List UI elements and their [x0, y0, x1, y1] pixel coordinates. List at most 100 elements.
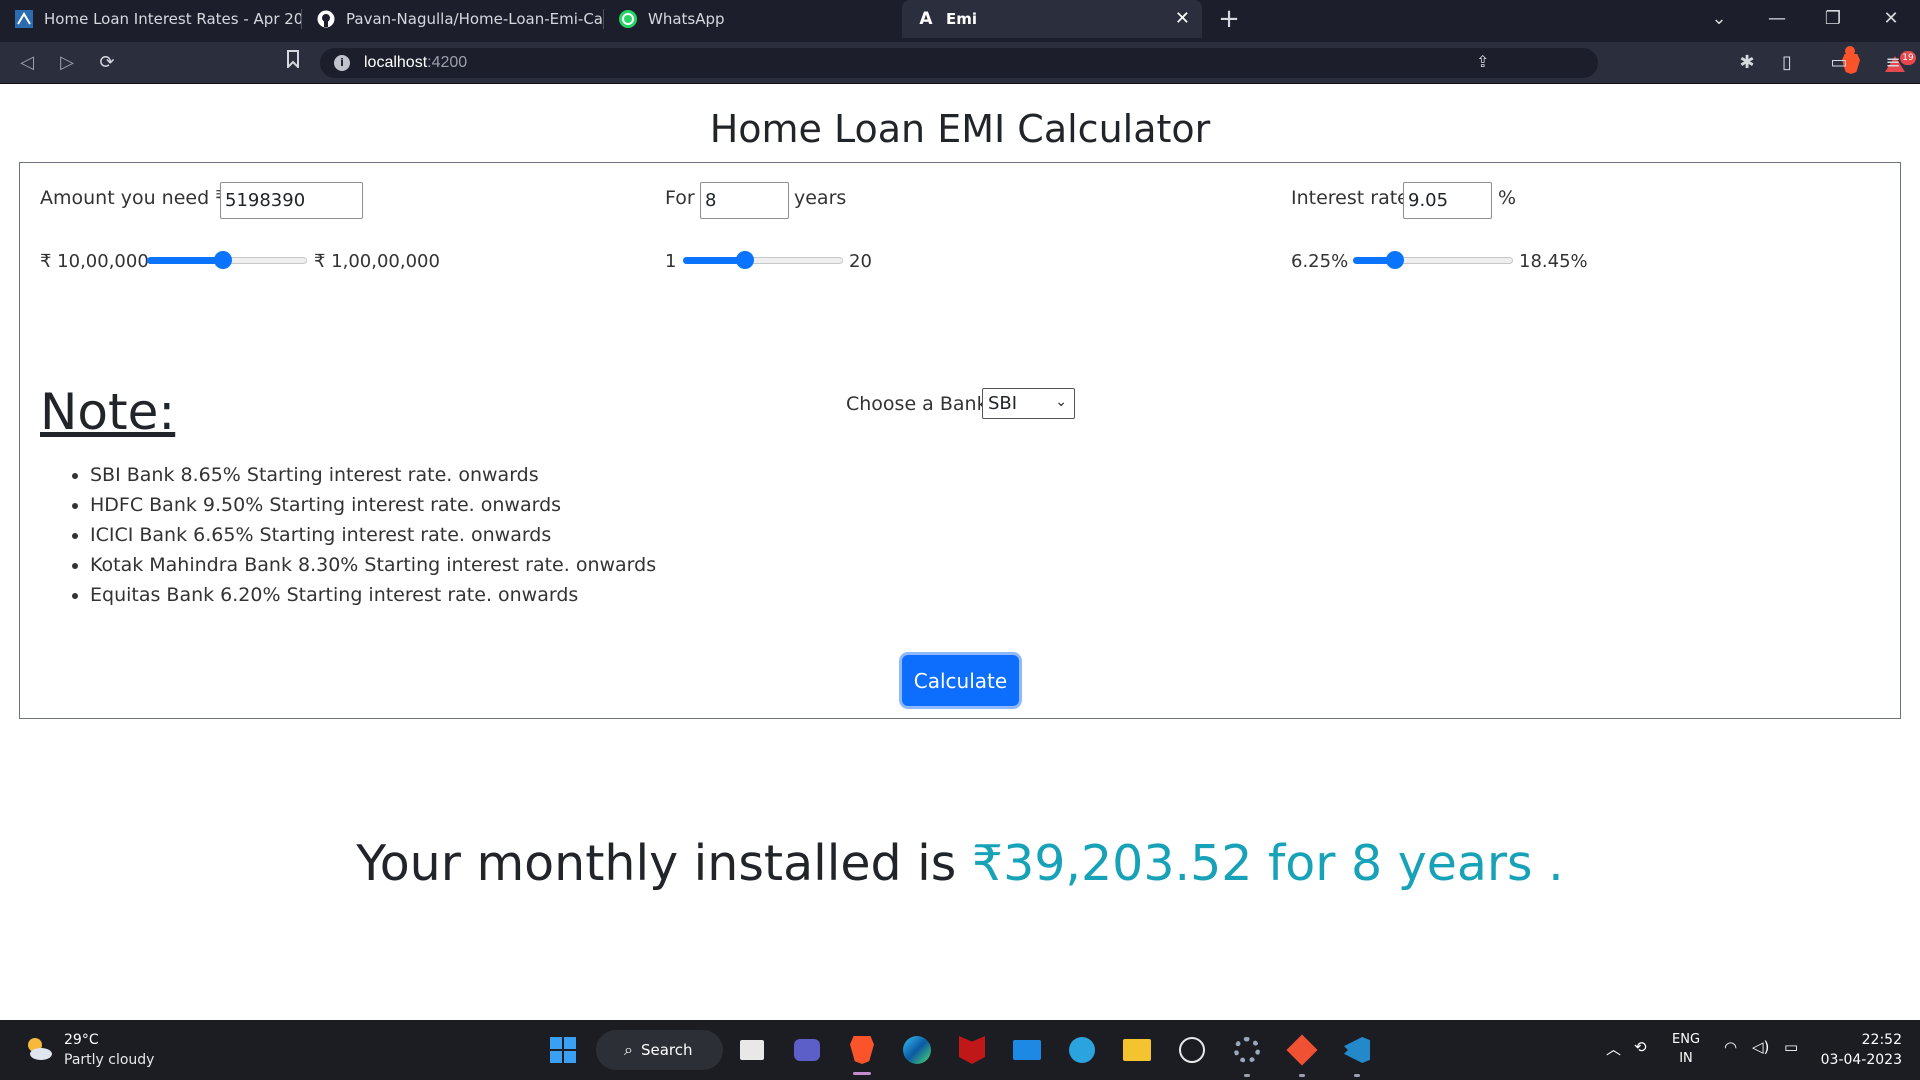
- tenure-slider-thumb[interactable]: [736, 251, 754, 269]
- interest-slider[interactable]: [1353, 249, 1513, 271]
- wallet-notification-dot: [1845, 46, 1855, 56]
- tenure-slider[interactable]: [683, 249, 843, 271]
- whatsapp-icon: [618, 9, 638, 29]
- result-highlight: ₹39,203.52 for 8 years .: [971, 835, 1564, 892]
- note-item-icici: ICICI Bank 6.65% Starting interest rate.…: [90, 520, 656, 550]
- wifi-icon[interactable]: ◠: [1724, 1038, 1737, 1056]
- menu-icon[interactable]: ≡: [1880, 50, 1906, 76]
- language-indicator[interactable]: ENG IN: [1672, 1030, 1700, 1068]
- teams-chat-icon[interactable]: [792, 1035, 822, 1065]
- restore-icon[interactable]: ❐: [1818, 6, 1848, 32]
- extensions-icon[interactable]: ✱: [1734, 50, 1760, 76]
- interest-percent-sign: %: [1498, 187, 1517, 209]
- telegram-icon[interactable]: [1067, 1035, 1097, 1065]
- page-title: Home Loan EMI Calculator: [709, 107, 1211, 151]
- github-icon: [316, 9, 336, 29]
- close-window-icon[interactable]: ✕: [1876, 6, 1906, 32]
- address-bar[interactable]: i localhost:4200 ⇪ 19: [320, 48, 1916, 78]
- amount-slider[interactable]: [147, 249, 307, 271]
- interest-slider-thumb[interactable]: [1386, 251, 1404, 269]
- result-prefix: Your monthly installed is: [356, 835, 957, 892]
- calculator-card: Amount you need ₹ ₹ 10,00,000 ₹ 1,00,00,…: [19, 162, 1901, 719]
- system-clock[interactable]: 22:52 03-04-2023: [1821, 1030, 1902, 1070]
- minimize-icon[interactable]: —: [1762, 6, 1792, 32]
- taskbar-search[interactable]: ⌕ Search: [596, 1030, 723, 1070]
- interest-max-label: 18.45%: [1519, 251, 1588, 272]
- git-icon[interactable]: [1286, 1034, 1318, 1066]
- page-content: Home Loan EMI Calculator Amount you need…: [0, 85, 1920, 1020]
- site-info-icon[interactable]: i: [334, 55, 350, 71]
- bank-label: Choose a Bank:: [846, 393, 994, 415]
- open-app-indicator: [1244, 1074, 1250, 1077]
- chevron-down-icon: ⌄: [1055, 394, 1067, 410]
- result-text: Your monthly installed is ₹39,203.52 for…: [0, 835, 1920, 892]
- note-item-sbi: SBI Bank 8.65% Starting interest rate. o…: [90, 460, 656, 490]
- settings-gear-icon[interactable]: [1232, 1035, 1262, 1065]
- reload-icon[interactable]: ⟳: [94, 50, 120, 76]
- note-list: SBI Bank 8.65% Starting interest rate. o…: [90, 460, 656, 610]
- windows-start-icon[interactable]: [548, 1035, 578, 1065]
- tenure-min-label: 1: [665, 251, 677, 272]
- region-code: IN: [1679, 1051, 1693, 1066]
- task-view-icon[interactable]: [737, 1035, 767, 1065]
- language-code: ENG: [1672, 1032, 1701, 1047]
- bookmark-icon[interactable]: [280, 50, 306, 76]
- tab-github[interactable]: Pavan-Nagulla/Home-Loan-Emi-Calcu: [302, 0, 604, 38]
- mail-icon[interactable]: [1012, 1035, 1042, 1065]
- close-tab-icon[interactable]: ✕: [1175, 8, 1190, 29]
- sidebar-icon[interactable]: ▯: [1774, 50, 1800, 76]
- tenure-label-suffix: years: [794, 187, 847, 209]
- calculate-button[interactable]: Calculate: [902, 655, 1019, 706]
- url-text: localhost:4200: [364, 54, 468, 71]
- search-icon: ⌕: [624, 1040, 633, 1059]
- amount-input[interactable]: [220, 182, 363, 219]
- tenure-input[interactable]: [700, 182, 789, 219]
- site-favicon-icon: [14, 9, 34, 29]
- clock-date: 03-04-2023: [1820, 1052, 1902, 1068]
- tab-whatsapp[interactable]: WhatsApp: [604, 0, 906, 38]
- angular-icon: A: [919, 9, 933, 29]
- back-icon[interactable]: ◁: [14, 50, 40, 76]
- amount-slider-thumb[interactable]: [214, 251, 232, 269]
- weather-temperature[interactable]: 29°C: [64, 1032, 99, 1048]
- tab-label: Emi: [946, 10, 978, 28]
- browser-tab-bar: Home Loan Interest Rates - Apr 2023 Pava…: [0, 0, 1920, 42]
- volume-icon[interactable]: ◁): [1752, 1038, 1769, 1056]
- edge-icon[interactable]: [902, 1035, 932, 1065]
- sync-icon[interactable]: ⟲: [1634, 1038, 1647, 1056]
- interest-min-label: 6.25%: [1291, 251, 1349, 272]
- weather-description[interactable]: Partly cloudy: [64, 1052, 154, 1068]
- open-app-indicator: [1354, 1074, 1360, 1077]
- forward-icon[interactable]: ▷: [54, 50, 80, 76]
- tenure-label-prefix: For: [665, 187, 695, 209]
- browser-toolbar: ◁ ▷ ⟳ i localhost:4200 ⇪ 19 ✱ ▯ ▭ ≡: [0, 42, 1920, 84]
- new-tab-button[interactable]: +: [1214, 6, 1244, 32]
- note-item-hdfc: HDFC Bank 9.50% Starting interest rate. …: [90, 490, 656, 520]
- show-hidden-icons-chevron-icon[interactable]: ︿: [1606, 1038, 1621, 1059]
- interest-label: Interest rate: [1291, 187, 1409, 209]
- bank-selected-value: SBI: [988, 393, 1018, 414]
- battery-icon[interactable]: ▭: [1784, 1038, 1798, 1056]
- interest-input[interactable]: [1403, 182, 1492, 219]
- file-explorer-icon[interactable]: [1122, 1035, 1152, 1065]
- vscode-icon[interactable]: [1342, 1035, 1372, 1065]
- partly-cloudy-icon[interactable]: [24, 1034, 54, 1064]
- note-heading: Note:: [40, 383, 176, 441]
- share-icon[interactable]: ⇪: [1476, 52, 1489, 71]
- dell-icon[interactable]: [1177, 1035, 1207, 1065]
- bank-select[interactable]: SBI ⌄: [982, 388, 1075, 419]
- amount-max-label: ₹ 1,00,00,000: [314, 251, 440, 272]
- mcafee-icon[interactable]: [957, 1035, 987, 1065]
- brave-browser-icon[interactable]: [847, 1035, 877, 1065]
- tenure-max-label: 20: [849, 251, 872, 272]
- tab-list-chevron-icon[interactable]: ⌄: [1704, 6, 1734, 32]
- amount-label: Amount you need ₹: [40, 187, 228, 209]
- open-app-indicator: [1299, 1074, 1305, 1077]
- tab-label: Home Loan Interest Rates - Apr 2023: [44, 10, 302, 28]
- note-item-equitas: Equitas Bank 6.20% Starting interest rat…: [90, 580, 656, 610]
- clock-time: 22:52: [1861, 1032, 1902, 1048]
- search-label: Search: [640, 1041, 693, 1059]
- amount-min-label: ₹ 10,00,000: [40, 251, 149, 272]
- tab-emi[interactable]: A Emi ✕: [902, 0, 1202, 38]
- tab-home-loan-rates[interactable]: Home Loan Interest Rates - Apr 2023: [0, 0, 302, 38]
